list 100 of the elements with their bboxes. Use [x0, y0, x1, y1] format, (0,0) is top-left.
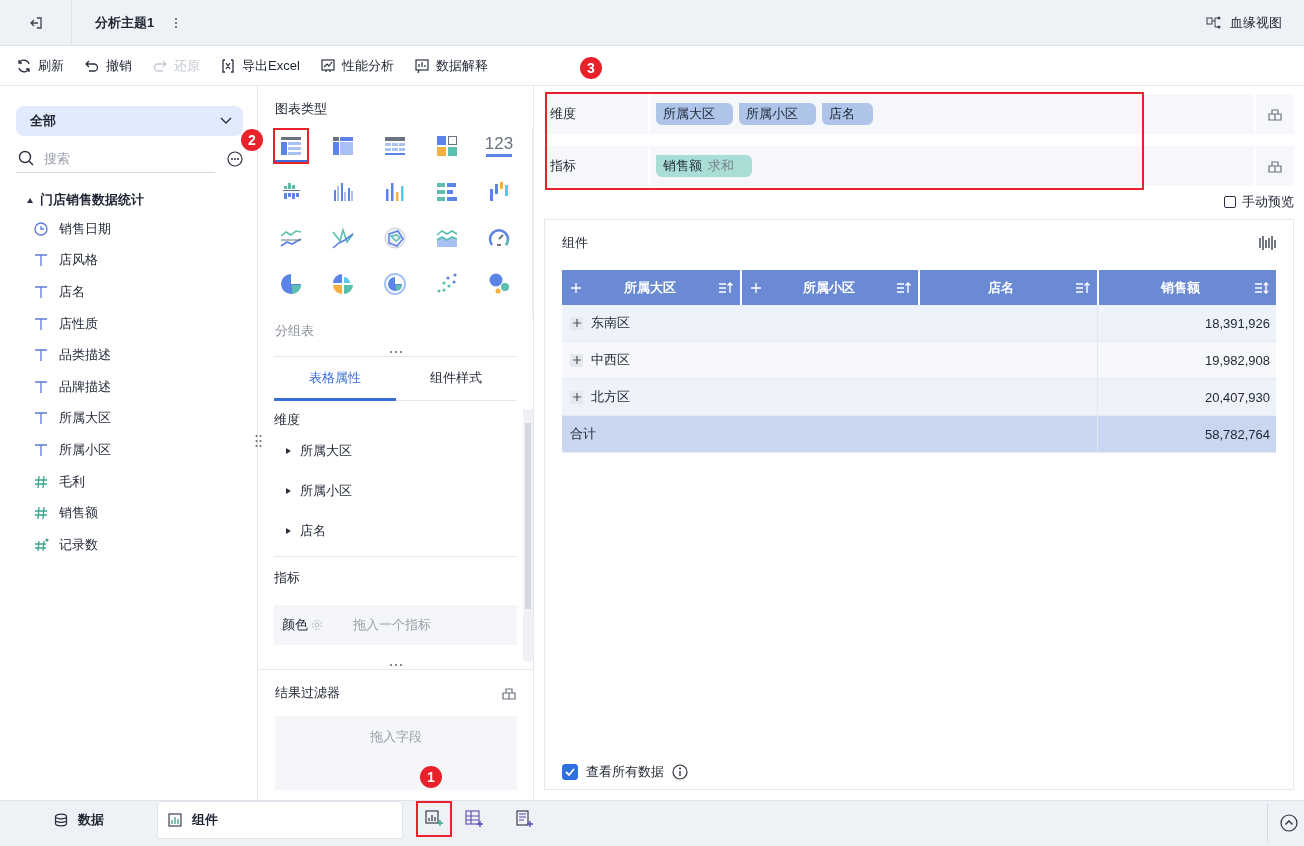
table-cell: 合计 — [562, 415, 741, 453]
text-type-icon — [33, 410, 49, 427]
drag-handle-icon[interactable] — [255, 434, 262, 448]
table-cell: 20,407,930 — [1097, 378, 1276, 416]
toolbar-button[interactable]: 导出Excel — [214, 52, 306, 79]
text-type-icon — [33, 252, 49, 269]
field-item[interactable]: 销售额 — [16, 497, 243, 529]
plus-icon — [571, 318, 582, 328]
table-cell: 东南区 — [562, 305, 741, 342]
radar-chart-icon — [383, 226, 407, 250]
expand-button[interactable] — [570, 353, 583, 367]
waterfall-chart-icon — [487, 180, 511, 204]
toolbar-button[interactable]: 撤销 — [78, 52, 138, 79]
lineage-view-button[interactable]: 血缘视图 — [1206, 13, 1282, 32]
search-field[interactable]: 搜索 — [42, 149, 186, 167]
table-cell: 58,782,764 — [1097, 415, 1276, 453]
section-title: 图表类型 — [275, 100, 328, 118]
text-type-icon — [33, 315, 49, 332]
measure-pill[interactable]: 销售额 求和 — [656, 155, 752, 177]
detail-table-icon — [383, 134, 407, 158]
field-label: 颜色 — [282, 616, 308, 634]
lock-icon[interactable] — [501, 685, 517, 701]
excel-icon — [220, 57, 236, 74]
expand-button[interactable] — [570, 390, 583, 404]
expand-button[interactable] — [570, 316, 583, 330]
add-chart-button[interactable] — [416, 801, 452, 837]
chart-add-icon — [425, 810, 443, 828]
section-title: 维度 — [274, 411, 301, 429]
card-title: 组件 — [562, 234, 588, 252]
collapse-button[interactable] — [1280, 814, 1298, 832]
field-item[interactable]: 品类描述 — [16, 339, 243, 371]
step-badge: 2 — [241, 129, 263, 151]
field-item[interactable]: 销售日期 — [16, 213, 243, 245]
pie-chart-icon — [331, 272, 355, 296]
number-type-icon — [33, 505, 49, 522]
dataset-node[interactable]: 门店销售数据统计 — [16, 187, 150, 213]
search-icon — [18, 150, 34, 166]
lock-icon[interactable] — [1267, 106, 1283, 122]
toolbar-button[interactable]: 性能分析 — [313, 52, 400, 79]
checkbox-label: 手动预览 — [1242, 193, 1294, 211]
column-chart-icon — [331, 180, 355, 204]
sort-ascending-icon[interactable] — [717, 280, 734, 295]
field-item[interactable]: 店风格 — [16, 244, 243, 277]
more-options-icon[interactable] — [227, 150, 243, 167]
toolbar-button[interactable]: 刷新 — [10, 52, 70, 79]
text-type-icon — [33, 378, 49, 395]
pie-chart-icon — [279, 272, 303, 296]
plus-icon[interactable] — [570, 281, 582, 294]
sort-icon[interactable] — [1254, 280, 1270, 295]
section-title: 结果过滤器 — [275, 684, 340, 702]
checkbox[interactable] — [562, 764, 578, 780]
dimension-item[interactable]: 店名 — [274, 511, 517, 551]
field-item[interactable]: 店性质 — [16, 307, 243, 340]
chart-type-button[interactable] — [273, 128, 309, 164]
property-tab[interactable]: 组件样式 — [395, 357, 517, 401]
column-settings-icon[interactable] — [1259, 235, 1276, 251]
dimension-pill[interactable]: 店名 — [822, 103, 873, 125]
refresh-icon — [16, 57, 32, 74]
info-icon[interactable] — [672, 764, 688, 780]
caret-down-icon — [26, 196, 34, 204]
field-item[interactable]: 所属大区 — [16, 402, 243, 435]
bottom-tab[interactable]: 组件 — [158, 802, 402, 838]
step-badge: 3 — [580, 57, 602, 79]
field-item[interactable]: 毛利 — [16, 465, 243, 498]
more-vertical-icon[interactable] — [174, 16, 179, 29]
dimension-item[interactable]: 所属小区 — [274, 471, 517, 511]
checkbox-label: 查看所有数据 — [586, 763, 664, 781]
sort-ascending-icon[interactable] — [1074, 280, 1091, 295]
bar-chart-icon — [435, 180, 459, 204]
column-header: 所属小区 — [740, 270, 919, 305]
gear-icon — [311, 619, 323, 631]
performance-icon — [319, 57, 336, 74]
plus-icon[interactable] — [749, 281, 762, 294]
dimension-pill[interactable]: 所属小区 — [739, 103, 816, 125]
sort-ascending-icon[interactable] — [896, 280, 912, 295]
field-item[interactable]: 记录数 — [16, 528, 243, 561]
drag-handle-icon[interactable] — [388, 661, 403, 669]
table-add-icon — [465, 810, 483, 828]
section-title: 指标 — [274, 569, 301, 587]
dimension-item[interactable]: 所属大区 — [274, 431, 517, 471]
dimension-pill[interactable]: 所属大区 — [656, 103, 733, 125]
drag-handle-icon[interactable] — [388, 348, 403, 356]
kpi-chart-button[interactable]: 123 — [481, 128, 517, 164]
caret-right-icon — [284, 447, 292, 455]
chevron-up-icon — [1280, 814, 1298, 832]
property-tab[interactable]: 表格属性 — [274, 357, 396, 401]
table-cell: 北方区 — [562, 378, 741, 416]
bottom-tab[interactable]: 数据 — [0, 802, 158, 838]
field-item[interactable]: 所属小区 — [16, 434, 243, 466]
plus-icon — [571, 355, 582, 365]
text-type-icon — [33, 347, 49, 364]
clock-icon — [33, 220, 49, 237]
field-item[interactable]: 店名 — [16, 276, 243, 308]
field-item[interactable]: 品牌描述 — [16, 370, 243, 403]
dataset-select[interactable]: 全部 — [16, 106, 243, 136]
checkbox[interactable] — [1224, 196, 1236, 208]
column-header: 所属大区 — [562, 270, 741, 305]
toolbar-button[interactable]: 数据解释 — [407, 52, 494, 79]
lock-icon[interactable] — [1267, 158, 1283, 174]
shelf-label: 维度 — [550, 105, 576, 123]
